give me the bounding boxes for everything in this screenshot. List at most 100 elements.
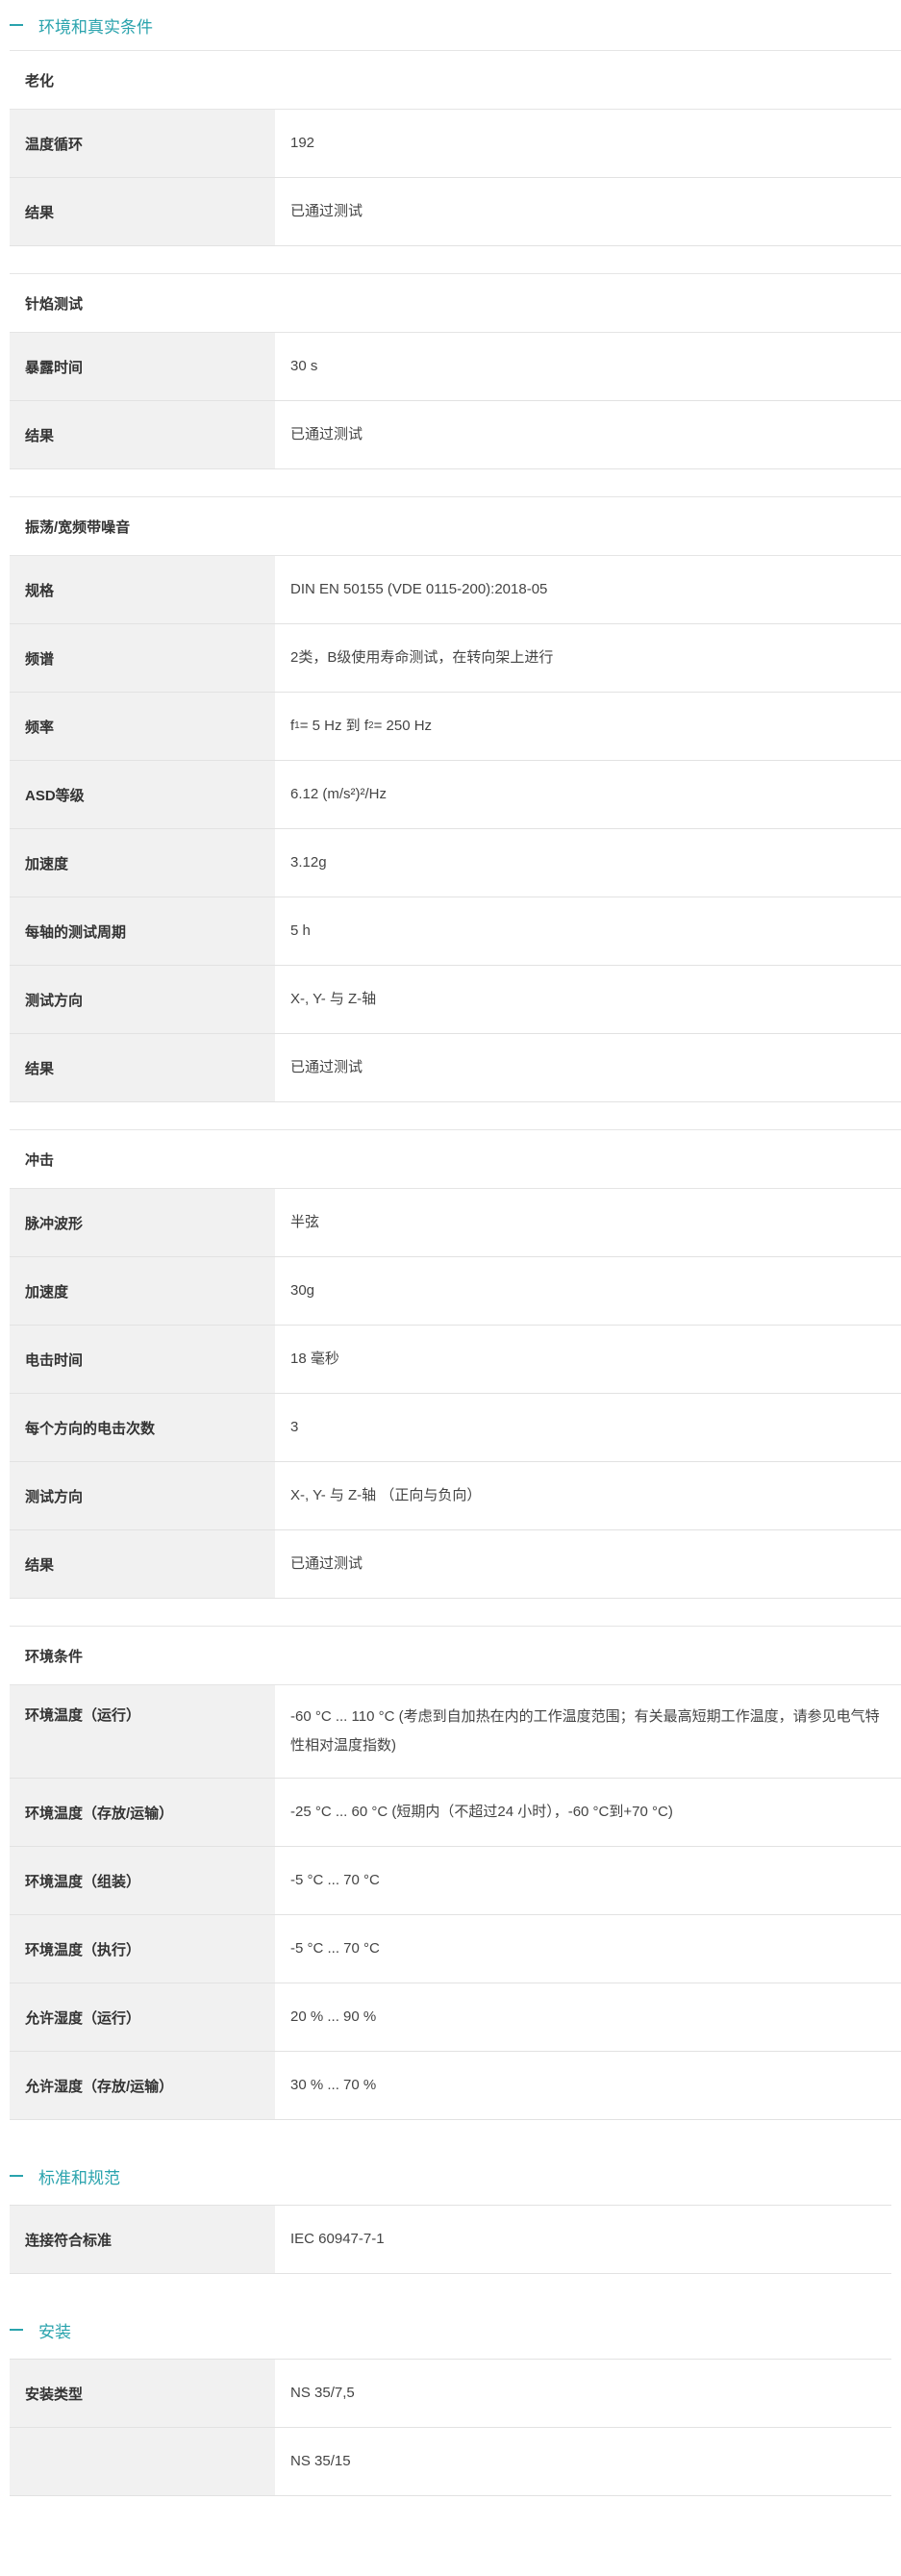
table-row: 脉冲波形 半弦 <box>10 1189 901 1257</box>
row-label: 规格 <box>10 556 275 623</box>
section-header-mounting[interactable]: 安装 <box>10 2301 891 2359</box>
row-value: 已通过测试 <box>290 203 363 219</box>
section-header-standards[interactable]: 标准和规范 <box>10 2147 891 2205</box>
table-row: 每轴的测试周期 5 h <box>10 897 901 966</box>
row-value: 已通过测试 <box>290 1059 363 1075</box>
row-value: 6.12 (m/s²)²/Hz <box>290 786 388 802</box>
row-label: 测试方向 <box>10 966 275 1033</box>
row-value: 已通过测试 <box>290 426 363 442</box>
table-row: 连接符合标准 IEC 60947-7-1 <box>10 2205 891 2274</box>
table-row: 加速度 3.12g <box>10 829 901 897</box>
table-row: 每个方向的电击次数 3 <box>10 1394 901 1462</box>
section-title: 安装 <box>38 2322 71 2341</box>
row-label: 温度循环 <box>10 110 275 177</box>
row-label: 结果 <box>10 401 275 468</box>
table-row: 测试方向 X-, Y- 与 Z-轴 （正向与负向） <box>10 1462 901 1530</box>
group-title-aging: 老化 <box>10 50 901 110</box>
row-label: 允许湿度（存放/运输） <box>10 2052 275 2119</box>
section-standards: 标准和规范 连接符合标准 IEC 60947-7-1 <box>10 2147 891 2301</box>
row-value: 30 % ... 70 % <box>290 2077 377 2093</box>
collapse-minus-icon[interactable] <box>10 24 23 26</box>
table-row: ASD等级 6.12 (m/s²)²/Hz <box>10 761 901 829</box>
row-value: 20 % ... 90 % <box>290 2008 377 2025</box>
row-label: 脉冲波形 <box>10 1189 275 1256</box>
row-label: 结果 <box>10 1034 275 1101</box>
row-label: 加速度 <box>10 1257 275 1325</box>
row-value: X-, Y- 与 Z-轴 （正向与负向） <box>290 1487 482 1503</box>
group-title-vibration: 振荡/宽频带噪音 <box>10 496 901 556</box>
row-value: 30g <box>290 1282 315 1299</box>
row-label: 结果 <box>10 1530 275 1598</box>
table-row: NS 35/15 <box>10 2428 891 2496</box>
row-label-empty <box>10 2428 275 2495</box>
table-row: 允许湿度（运行） 20 % ... 90 % <box>10 1983 901 2052</box>
table-row: 安装类型 NS 35/7,5 <box>10 2359 891 2428</box>
table-row: 环境温度（执行） -5 °C ... 70 °C <box>10 1915 901 1983</box>
table-row: 环境温度（存放/运输） -25 °C ... 60 °C (短期内（不超过24 … <box>10 1779 901 1847</box>
row-value: DIN EN 50155 (VDE 0115-200):2018-05 <box>290 581 548 597</box>
row-value: -5 °C ... 70 °C <box>290 1940 380 1957</box>
table-row: 频谱 2类，B级使用寿命测试，在转向架上进行 <box>10 624 901 693</box>
row-value: 30 s <box>290 358 318 374</box>
row-value: 半弦 <box>290 1214 320 1230</box>
table-row: 测试方向 X-, Y- 与 Z-轴 <box>10 966 901 1034</box>
row-label: 频率 <box>10 693 275 760</box>
table-row: 允许湿度（存放/运输） 30 % ... 70 % <box>10 2052 901 2120</box>
table-row: 规格 DIN EN 50155 (VDE 0115-200):2018-05 <box>10 556 901 624</box>
table-row: 电击时间 18 毫秒 <box>10 1326 901 1394</box>
row-value: 已通过测试 <box>290 1555 363 1572</box>
row-value: 3 <box>290 1419 299 1435</box>
section-header-environment[interactable]: 环境和真实条件 <box>10 0 901 50</box>
row-label: ASD等级 <box>10 761 275 828</box>
row-value: f1 = 5 Hz 到 f2 = 250 Hz <box>275 693 901 760</box>
row-value: 18 毫秒 <box>290 1351 339 1367</box>
table-row: 结果 已通过测试 <box>10 178 901 246</box>
row-label: 加速度 <box>10 829 275 897</box>
group-title-ambient: 环境条件 <box>10 1626 901 1685</box>
group-title-needle-flame: 针焰测试 <box>10 273 901 333</box>
freq-suffix: = 250 Hz <box>373 718 433 734</box>
row-label: 每轴的测试周期 <box>10 897 275 965</box>
table-row: 加速度 30g <box>10 1257 901 1326</box>
row-value: -60 °C ... 110 °C (考虑到自加热在内的工作温度范围；有关最高短… <box>290 1708 880 1754</box>
row-label: 每个方向的电击次数 <box>10 1394 275 1461</box>
row-label: 允许湿度（运行） <box>10 1983 275 2051</box>
row-value: -5 °C ... 70 °C <box>290 1872 380 1888</box>
section-mounting: 安装 安装类型 NS 35/7,5 NS 35/15 <box>10 2301 891 2496</box>
table-row: 频率 f1 = 5 Hz 到 f2 = 250 Hz <box>10 693 901 761</box>
row-label: 暴露时间 <box>10 333 275 400</box>
table-row: 结果 已通过测试 <box>10 1034 901 1102</box>
table-row: 结果 已通过测试 <box>10 1530 901 1599</box>
row-value: X-, Y- 与 Z-轴 <box>290 991 377 1007</box>
spec-page: 环境和真实条件 老化 温度循环 192 结果 已通过测试 针焰测试 暴露时间 3… <box>0 0 901 2496</box>
row-value: 2类，B级使用寿命测试，在转向架上进行 <box>290 649 554 666</box>
row-label: 电击时间 <box>10 1326 275 1393</box>
group-title-shock: 冲击 <box>10 1129 901 1189</box>
row-label: 连接符合标准 <box>10 2206 275 2273</box>
row-label: 测试方向 <box>10 1462 275 1529</box>
row-value: 192 <box>290 135 315 151</box>
row-label: 环境温度（执行） <box>10 1915 275 1983</box>
row-label: 安装类型 <box>10 2360 275 2427</box>
row-value: 5 h <box>290 922 311 939</box>
row-label: 环境温度（存放/运输） <box>10 1779 275 1846</box>
section-environment: 环境和真实条件 老化 温度循环 192 结果 已通过测试 针焰测试 暴露时间 3… <box>10 0 901 2147</box>
collapse-minus-icon[interactable] <box>10 2329 23 2331</box>
row-label: 环境温度（组装） <box>10 1847 275 1914</box>
row-value: 3.12g <box>290 854 327 871</box>
freq-mid: = 5 Hz 到 f <box>299 718 369 734</box>
row-value: IEC 60947-7-1 <box>290 2231 385 2247</box>
row-label: 结果 <box>10 178 275 245</box>
table-row: 结果 已通过测试 <box>10 401 901 469</box>
section-title: 标准和规范 <box>38 2168 120 2187</box>
row-label: 频谱 <box>10 624 275 692</box>
collapse-minus-icon[interactable] <box>10 2175 23 2177</box>
table-row: 暴露时间 30 s <box>10 333 901 401</box>
section-title: 环境和真实条件 <box>38 17 153 37</box>
table-row: 环境温度（运行） -60 °C ... 110 °C (考虑到自加热在内的工作温… <box>10 1685 901 1779</box>
row-value: -25 °C ... 60 °C (短期内（不超过24 小时），-60 °C到+… <box>290 1804 673 1820</box>
row-value: NS 35/7,5 <box>290 2385 355 2401</box>
table-row: 环境温度（组装） -5 °C ... 70 °C <box>10 1847 901 1915</box>
table-row: 温度循环 192 <box>10 110 901 178</box>
row-value: NS 35/15 <box>290 2453 351 2469</box>
